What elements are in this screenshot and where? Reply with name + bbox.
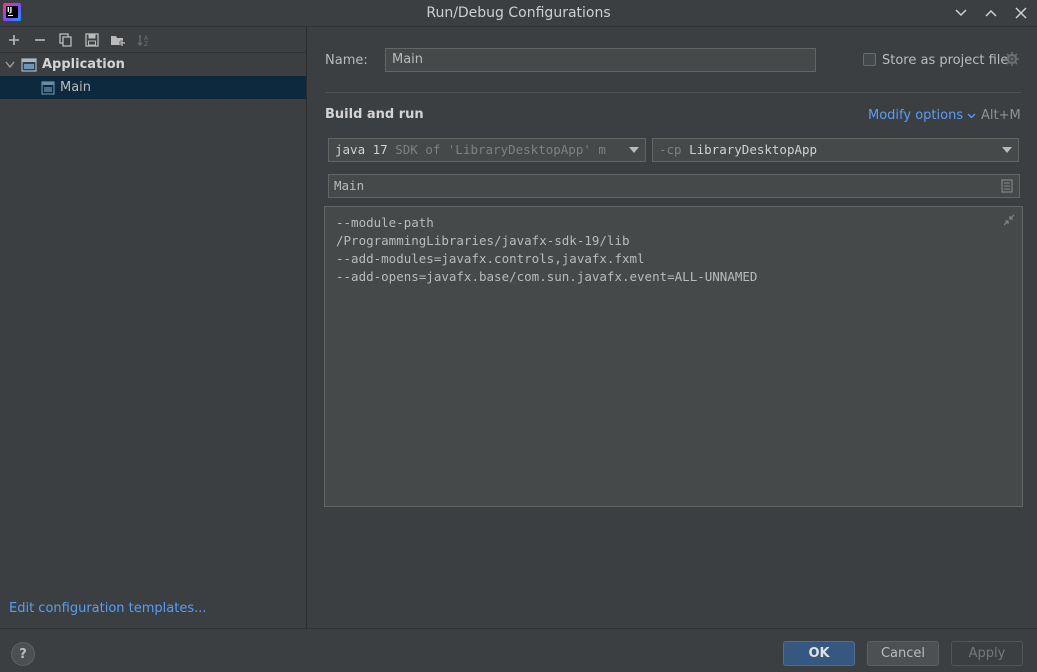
modify-options-shortcut: Alt+M bbox=[981, 108, 1021, 123]
tree-item-main[interactable]: Main bbox=[0, 76, 306, 99]
close-button[interactable] bbox=[1011, 3, 1031, 23]
dialog-footer: ? OK Cancel Apply bbox=[0, 628, 1037, 672]
tree-group-application[interactable]: Application bbox=[0, 53, 306, 76]
tree-group-label: Application bbox=[42, 57, 125, 72]
window-controls bbox=[951, 3, 1031, 23]
main-class-field[interactable]: Main bbox=[328, 174, 1020, 198]
close-icon bbox=[1015, 7, 1027, 19]
store-as-project-file-label[interactable]: Store as project file bbox=[882, 53, 1008, 68]
jdk-version: java 17 bbox=[335, 142, 388, 157]
new-folder-button[interactable] bbox=[107, 29, 129, 51]
copy-configuration-button[interactable] bbox=[55, 29, 77, 51]
vm-option-line: --add-modules=javafx.controls,javafx.fxm… bbox=[336, 251, 645, 266]
intellij-app-icon: IJ bbox=[3, 3, 21, 21]
dropdown-arrow-icon bbox=[1002, 147, 1012, 153]
add-configuration-button[interactable] bbox=[3, 29, 25, 51]
main-class-value: Main bbox=[334, 178, 365, 193]
vm-option-line: /ProgrammingLibraries/javafx-sdk-19/lib bbox=[336, 233, 630, 248]
minimize-button[interactable] bbox=[951, 3, 971, 23]
cancel-button[interactable]: Cancel bbox=[867, 641, 939, 666]
configuration-editor-panel: Name: Main Store as project file Build a… bbox=[308, 27, 1037, 628]
save-configuration-button[interactable] bbox=[81, 29, 103, 51]
tree-item-label: Main bbox=[60, 80, 92, 95]
browse-class-icon[interactable] bbox=[1001, 179, 1013, 193]
classpath-module: LibraryDesktopApp bbox=[689, 142, 818, 157]
chevron-up-icon bbox=[985, 9, 997, 17]
remove-icon bbox=[35, 38, 45, 41]
modify-options-link[interactable]: Modify options bbox=[868, 108, 976, 123]
name-input[interactable]: Main bbox=[385, 48, 816, 72]
title-bar: IJ Run/Debug Configurations bbox=[0, 0, 1037, 27]
svg-text:Z: Z bbox=[144, 41, 148, 47]
build-and-run-heading: Build and run bbox=[325, 107, 424, 122]
ok-button[interactable]: OK bbox=[783, 641, 855, 666]
chevron-down-icon[interactable] bbox=[4, 60, 16, 70]
jdk-select[interactable]: java 17 SDK of 'LibraryDesktopApp' m bbox=[328, 138, 646, 162]
jdk-description: SDK of 'LibraryDesktopApp' m bbox=[395, 142, 606, 157]
modify-options-label: Modify options bbox=[868, 108, 964, 123]
remove-configuration-button[interactable] bbox=[29, 29, 51, 51]
save-icon bbox=[85, 32, 99, 47]
new-folder-icon bbox=[111, 35, 125, 46]
name-label: Name: bbox=[325, 53, 368, 68]
copy-icon bbox=[59, 32, 72, 47]
chevron-down-icon bbox=[955, 9, 967, 17]
chevron-down-icon bbox=[967, 113, 976, 118]
dropdown-arrow-icon bbox=[629, 147, 639, 153]
store-as-project-file-checkbox[interactable] bbox=[863, 53, 876, 66]
configurations-tree: Application Main bbox=[0, 53, 306, 99]
application-icon bbox=[21, 57, 37, 72]
vm-options-textarea[interactable]: --module-path /ProgrammingLibraries/java… bbox=[324, 206, 1023, 507]
sort-configurations-button[interactable]: A Z bbox=[133, 29, 155, 51]
window-title: Run/Debug Configurations bbox=[426, 5, 611, 21]
vm-option-line: --add-opens=javafx.base/com.sun.javafx.e… bbox=[336, 269, 758, 284]
separator bbox=[325, 92, 1021, 93]
classpath-flag: -cp bbox=[659, 142, 682, 157]
edit-configuration-templates-link[interactable]: Edit configuration templates... bbox=[9, 601, 207, 616]
gear-icon[interactable] bbox=[1005, 52, 1019, 66]
collapse-icon[interactable] bbox=[1003, 214, 1015, 226]
vm-option-line: --module-path bbox=[336, 215, 434, 230]
application-config-icon bbox=[41, 80, 55, 95]
classpath-module-select[interactable]: -cp LibraryDesktopApp bbox=[652, 138, 1019, 162]
configurations-tree-panel: A Z Application Main Edit configuration … bbox=[0, 27, 307, 628]
add-icon bbox=[9, 34, 19, 45]
tree-toolbar: A Z bbox=[0, 27, 306, 53]
help-button[interactable]: ? bbox=[11, 642, 35, 666]
apply-button[interactable]: Apply bbox=[951, 641, 1023, 666]
maximize-button[interactable] bbox=[981, 3, 1001, 23]
sort-icon: A Z bbox=[137, 34, 149, 47]
